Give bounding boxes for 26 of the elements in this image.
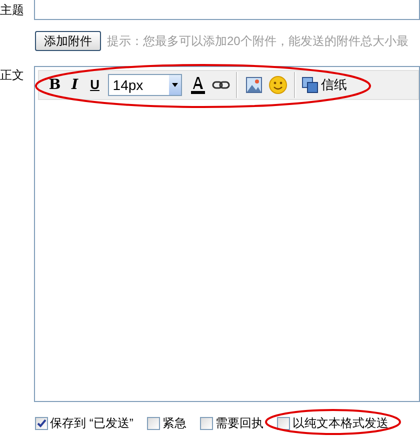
checkmark-icon: [37, 418, 46, 428]
font-size-select[interactable]: 14px: [108, 74, 182, 96]
landscape-image-icon: [246, 77, 262, 93]
subject-input[interactable]: [34, 0, 420, 20]
checkbox[interactable]: [35, 416, 48, 430]
checkbox[interactable]: [147, 416, 160, 430]
stacked-pages-icon: [302, 77, 318, 93]
caret-icon: [172, 83, 178, 87]
smiley-icon: [268, 76, 287, 94]
chain-link-icon: [212, 80, 230, 90]
add-attachment-button[interactable]: 添加附件: [35, 31, 101, 51]
stationery-button[interactable]: 信纸: [300, 74, 349, 96]
checkbox[interactable]: [277, 416, 290, 430]
subject-label: 主题: [0, 2, 25, 19]
bold-button[interactable]: B: [44, 74, 65, 96]
italic-button[interactable]: I: [64, 74, 85, 96]
option-label: 以纯文本格式发送: [292, 415, 388, 432]
option-label: 紧急: [162, 415, 186, 432]
body-label: 正文: [0, 67, 25, 84]
attachment-hint: 提示：您最多可以添加20个附件，能发送的附件总大小最: [107, 33, 408, 50]
underline-button[interactable]: U: [84, 74, 105, 96]
checkbox[interactable]: [200, 416, 214, 430]
option-label: 需要回执: [215, 415, 264, 432]
editor-area[interactable]: B I U 14px 信纸: [34, 66, 420, 402]
letter-a-color-icon: [190, 76, 206, 94]
option-label: 保存到 “已发送”: [50, 415, 134, 432]
